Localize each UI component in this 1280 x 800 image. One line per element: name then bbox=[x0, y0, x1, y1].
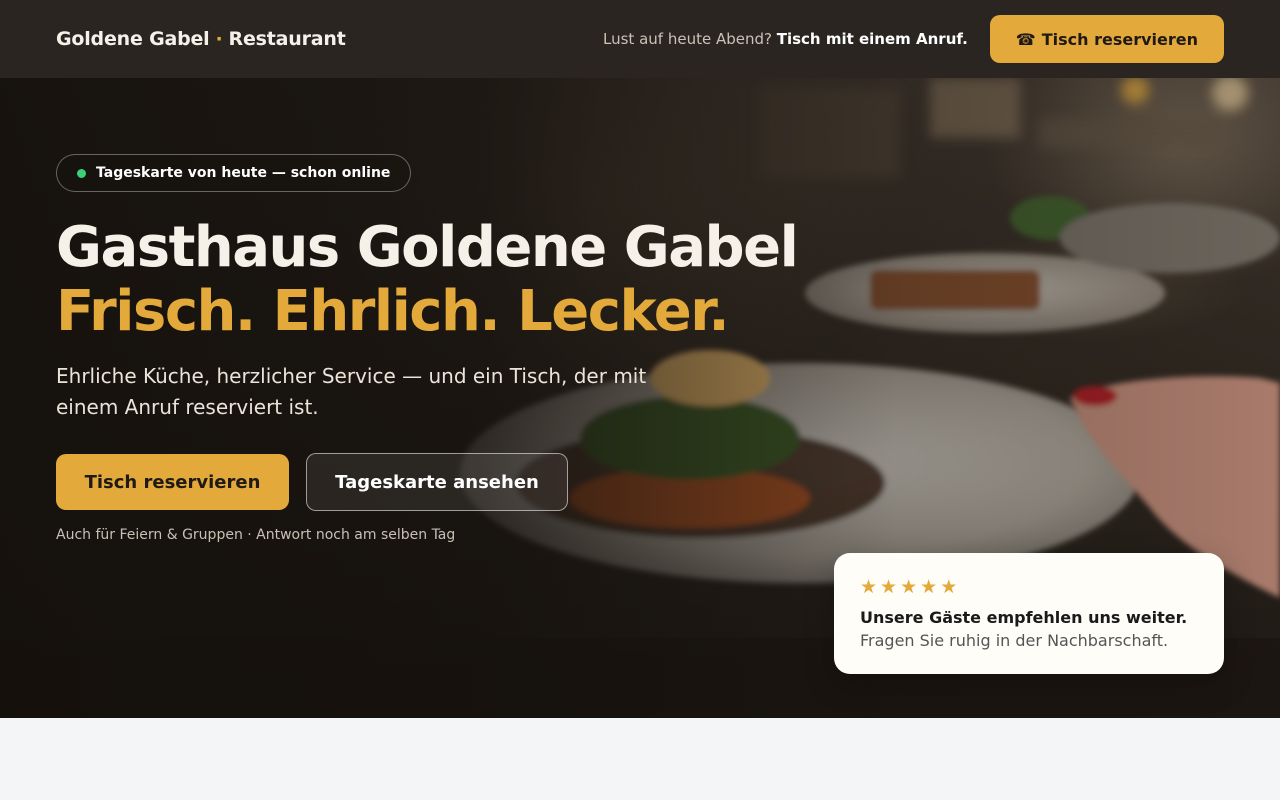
site-header: Goldene Gabel · Restaurant Lust auf heute … bbox=[0, 0, 1280, 78]
header-reserve-label: Tisch reservieren bbox=[1041, 29, 1198, 49]
hero-title: Gasthaus Goldene Gabel bbox=[56, 215, 799, 280]
review-title: Unsere Gäste empfehlen uns weiter. bbox=[860, 608, 1188, 627]
star-icon: ★ bbox=[920, 576, 938, 598]
tagline-prefix: Lust auf heute Abend? bbox=[603, 30, 772, 48]
header-reserve-button[interactable]: ☎ Tisch reservieren bbox=[989, 15, 1224, 63]
next-section bbox=[0, 718, 1280, 800]
reserve-table-button[interactable]: Tisch reservieren bbox=[56, 454, 289, 510]
star-icon: ★ bbox=[900, 576, 918, 598]
brand-name: Goldene Gabel bbox=[56, 28, 210, 50]
status-dot-icon bbox=[77, 168, 86, 178]
header-tagline: Lust auf heute Abend? Tisch mit einem An… bbox=[603, 30, 968, 48]
brand-logo[interactable]: Goldene Gabel · Restaurant bbox=[56, 28, 346, 50]
hero-note: Auch für Feiern & Gruppen · Antwort noch… bbox=[56, 527, 456, 543]
view-daily-menu-button[interactable]: Tageskarte ansehen bbox=[306, 453, 568, 511]
rating-stars: ★ ★ ★ ★ ★ bbox=[860, 577, 1198, 597]
hero-title-accent: Frisch. Ehrlich. Lecker. bbox=[56, 279, 730, 344]
brand-suffix: Restaurant bbox=[228, 28, 346, 50]
star-icon: ★ bbox=[880, 576, 898, 598]
review-subtitle: Fragen Sie ruhig in der Nachbarschaft. bbox=[860, 631, 1169, 650]
brand-separator: · bbox=[215, 28, 223, 50]
tagline-bold: Tisch mit einem Anruf. bbox=[776, 30, 968, 48]
hero-lead: Ehrliche Küche, herzlicher Service — und… bbox=[56, 364, 647, 419]
phone-icon: ☎ bbox=[1015, 29, 1036, 49]
review-card: ★ ★ ★ ★ ★ Unsere Gäste empfehlen uns wei… bbox=[834, 553, 1224, 674]
star-icon: ★ bbox=[940, 576, 958, 598]
header-actions: Lust auf heute Abend? Tisch mit einem An… bbox=[603, 15, 1224, 63]
badge-text: Tageskarte von heute — schon online bbox=[96, 165, 391, 181]
star-icon: ★ bbox=[860, 576, 878, 598]
hero-section: Tageskarte von heute — schon online Gast… bbox=[0, 78, 1280, 718]
daily-menu-badge: Tageskarte von heute — schon online bbox=[56, 154, 412, 192]
